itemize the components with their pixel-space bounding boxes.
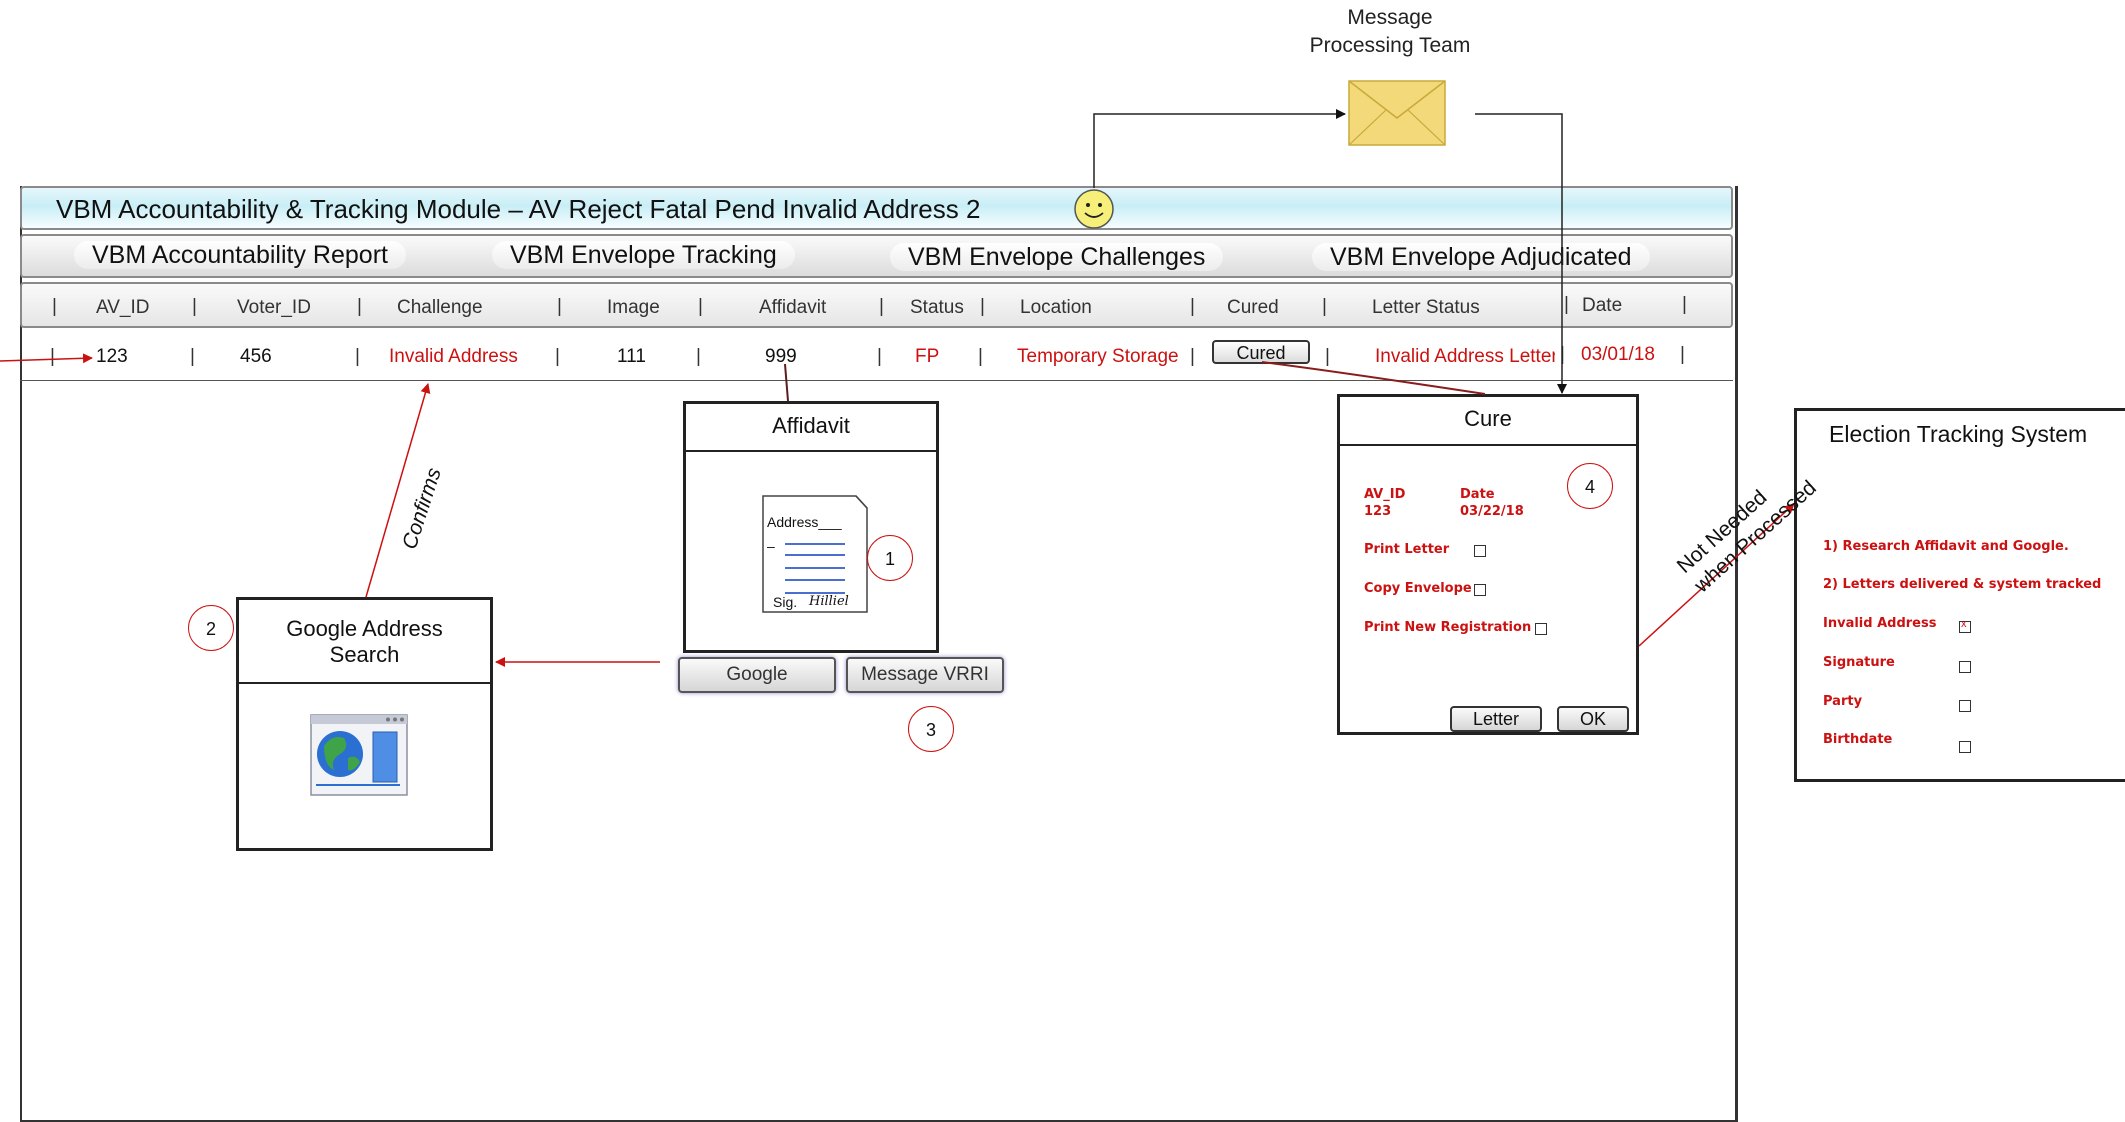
header-affidavit: Affidavit <box>759 297 827 318</box>
google-title-line2: Search <box>329 642 400 667</box>
step-2-marker: 2 <box>188 605 234 651</box>
print-letter-checkbox[interactable] <box>1474 545 1486 557</box>
birthdate-checkbox[interactable] <box>1959 741 1971 753</box>
cell-voter-id: 456 <box>240 346 272 367</box>
table-row[interactable]: | 123 | 456 | Invalid Address | 111 | 99… <box>20 338 1733 380</box>
header-cured: Cured <box>1227 297 1279 318</box>
smiley-icon[interactable] <box>1073 188 1115 235</box>
party-checkbox[interactable] <box>1959 700 1971 712</box>
document-sig-label: Sig. <box>773 594 798 610</box>
tab-envelope-challenges[interactable]: VBM Envelope Challenges <box>890 243 1224 271</box>
google-search-panel: Google Address Search <box>236 597 493 851</box>
team-label-line2: Processing Team <box>1309 34 1471 57</box>
header-av-id: AV_ID <box>96 297 150 318</box>
browser-globe-icon[interactable] <box>310 714 408 801</box>
cell-status: FP <box>915 346 940 367</box>
letter-button[interactable]: Letter <box>1450 706 1542 732</box>
election-tracking-panel-title: Election Tracking System <box>1829 421 2088 447</box>
tab-envelope-tracking[interactable]: VBM Envelope Tracking <box>492 241 795 269</box>
cell-location: Temporary Storage <box>1017 346 1179 367</box>
header-image: Image <box>607 297 660 318</box>
ets-note-1: 1) Research Affidavit and Google. <box>1823 539 2069 554</box>
cell-image: 111 <box>617 346 646 367</box>
step-1-marker: 1 <box>867 535 913 581</box>
cell-date: 03/01/18 <box>1581 344 1655 365</box>
ets-item-invalid-address: Invalid Address <box>1823 616 1937 631</box>
invalid-address-check-mark: x <box>1961 618 1967 630</box>
team-label: Message Processing Team <box>1290 4 1490 60</box>
cure-panel: Cure AV_ID 123 Date 03/22/18 Print Lette… <box>1337 394 1639 735</box>
google-search-panel-title: Google Address Search <box>239 600 490 684</box>
header-voter-id: Voter_ID <box>237 297 311 318</box>
ets-item-signature: Signature <box>1823 655 1895 670</box>
ok-button[interactable]: OK <box>1557 706 1629 732</box>
header-status: Status <box>910 297 964 318</box>
cure-av-id-label: AV_ID <box>1364 487 1406 502</box>
print-new-registration-checkbox[interactable] <box>1535 623 1547 635</box>
window-title: VBM Accountability & Tracking Module – A… <box>56 194 981 224</box>
affidavit-panel: Affidavit Address___ – Sig. Hilliel <box>683 401 939 653</box>
header-challenge: Challenge <box>397 297 483 318</box>
election-tracking-panel: Election Tracking System 1) Research Aff… <box>1794 408 2125 782</box>
cure-av-id-value: 123 <box>1364 504 1392 519</box>
option-print-letter-label: Print Letter <box>1364 542 1450 557</box>
cell-letter-status: Invalid Address Letter <box>1375 346 1555 367</box>
google-button[interactable]: Google <box>678 657 836 693</box>
signature-checkbox[interactable] <box>1959 661 1971 673</box>
ets-item-birthdate: Birthdate <box>1823 732 1893 747</box>
affidavit-panel-title: Affidavit <box>686 404 936 452</box>
copy-envelope-checkbox[interactable] <box>1474 584 1486 596</box>
cured-button[interactable]: Cured <box>1212 340 1310 364</box>
option-print-new-registration-label: Print New Registration <box>1364 620 1532 635</box>
invalid-address-checkbox[interactable]: x <box>1959 618 1971 633</box>
google-title-line1: Google Address <box>286 616 443 641</box>
document-address-line: Address___ <box>767 514 842 530</box>
envelope-icon[interactable] <box>1348 80 1446 151</box>
header-location: Location <box>1020 297 1092 318</box>
step-4-marker: 4 <box>1567 463 1613 509</box>
document-icon[interactable]: Address___ – Sig. Hilliel <box>761 494 871 616</box>
ets-item-party: Party <box>1823 694 1863 709</box>
title-bar: VBM Accountability & Tracking Module – A… <box>20 186 1733 230</box>
header-date: Date <box>1582 295 1623 316</box>
option-copy-envelope-label: Copy Envelope <box>1364 581 1472 596</box>
document-signature: Hilliel <box>809 594 849 609</box>
cell-av-id: 123 <box>96 346 128 367</box>
cure-panel-title: Cure <box>1340 397 1636 446</box>
cure-date-value: 03/22/18 <box>1460 504 1524 519</box>
tab-envelope-adjudicated[interactable]: VBM Envelope Adjudicated <box>1312 243 1650 271</box>
team-label-line1: Message <box>1347 6 1433 29</box>
document-dash: – <box>767 538 775 554</box>
header-letter-status: Letter Status <box>1372 297 1480 318</box>
table-header: | AV_ID | Voter_ID | Challenge | Image |… <box>20 282 1733 328</box>
tab-accountability-report[interactable]: VBM Accountability Report <box>74 241 406 269</box>
cure-date-label: Date <box>1460 487 1495 502</box>
row-divider <box>20 380 1733 381</box>
cell-affidavit[interactable]: 999 <box>765 346 797 368</box>
cell-challenge[interactable]: Invalid Address <box>389 346 518 368</box>
step-3-marker: 3 <box>908 706 954 752</box>
ets-note-2: 2) Letters delivered & system tracked <box>1823 577 2102 592</box>
message-vrri-button[interactable]: Message VRRI <box>846 657 1004 693</box>
tab-bar: VBM Accountability Report VBM Envelope T… <box>20 234 1733 278</box>
